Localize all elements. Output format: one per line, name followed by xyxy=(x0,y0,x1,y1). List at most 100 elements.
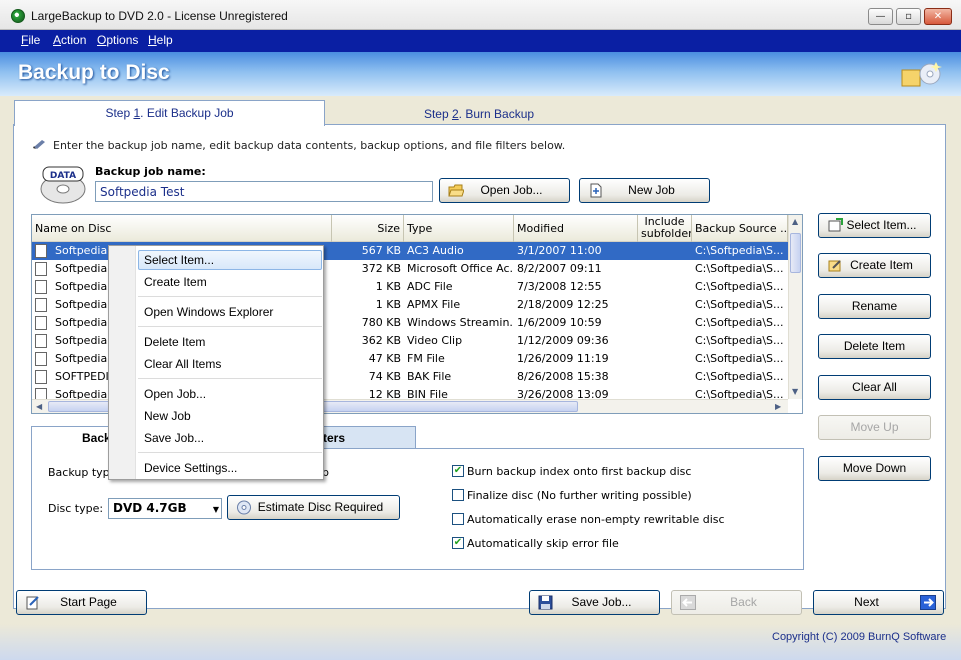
cell-source: C:\Softpedia\S... xyxy=(695,334,784,347)
cell-type: BAK File xyxy=(407,370,452,383)
cell-source: C:\Softpedia\S... xyxy=(695,298,784,311)
minimize-button[interactable]: — xyxy=(868,8,893,25)
menu-help[interactable]: Help xyxy=(148,33,173,47)
data-disc-icon: DATA xyxy=(40,166,86,204)
clear-all-button[interactable]: Clear All xyxy=(818,375,931,400)
column-name-on-disc[interactable]: Name on Disc xyxy=(32,215,332,242)
folder-open-icon xyxy=(448,184,464,197)
context-clear-all-items[interactable]: Clear All Items xyxy=(144,357,221,371)
scroll-down-icon[interactable]: ▼ xyxy=(792,387,798,396)
cell-name: Softpedia.a xyxy=(55,334,112,347)
start-page-button[interactable]: Start Page xyxy=(16,590,147,615)
cell-size: 1 KB xyxy=(375,298,401,311)
maximize-button[interactable]: ▫ xyxy=(896,8,921,25)
delete-item-button[interactable]: Delete Item xyxy=(818,334,931,359)
start-page-label: Start Page xyxy=(60,595,117,609)
finalize-disc-label: Finalize disc (No further writing possib… xyxy=(467,489,692,502)
cell-name: Softpedia.a xyxy=(55,298,112,311)
scroll-left-icon[interactable]: ◀ xyxy=(36,402,42,411)
select-item-button[interactable]: Select Item... xyxy=(818,213,931,238)
scroll-right-icon[interactable]: ▶ xyxy=(775,402,781,411)
burn-index-checkbox[interactable]: ✔ xyxy=(452,465,464,477)
menu-file[interactable]: File xyxy=(21,33,40,47)
close-button[interactable]: ✕ xyxy=(924,8,952,25)
rename-button[interactable]: Rename xyxy=(818,294,931,319)
title-bar: LargeBackup to DVD 2.0 - License Unregis… xyxy=(0,0,961,30)
column-size[interactable]: Size xyxy=(332,215,404,242)
tab-step1-prefix: Step xyxy=(105,106,134,120)
back-button[interactable]: Back xyxy=(671,590,802,615)
context-separator xyxy=(138,452,322,453)
cell-modified: 1/12/2009 09:36 xyxy=(517,334,609,347)
open-job-button[interactable]: Open Job... xyxy=(439,178,570,203)
cell-type: ADC File xyxy=(407,280,453,293)
disc-type-select[interactable]: DVD 4.7GB ▼ xyxy=(108,498,222,519)
create-item-icon xyxy=(828,260,841,272)
file-icon xyxy=(35,370,47,384)
app-icon xyxy=(11,9,25,23)
erase-rewritable-checkbox[interactable] xyxy=(452,513,464,525)
backup-type-label: Backup type xyxy=(48,466,117,479)
tab-step2-number: 2 xyxy=(451,107,459,121)
column-modified[interactable]: Modified xyxy=(514,215,638,242)
cell-name: Softpedia.a xyxy=(55,316,112,329)
media-file-icon xyxy=(35,316,47,330)
select-item-icon xyxy=(828,218,843,232)
menu-options[interactable]: Options xyxy=(97,33,138,47)
window-title: LargeBackup to DVD 2.0 - License Unregis… xyxy=(31,9,288,23)
context-delete-item[interactable]: Delete Item xyxy=(144,335,205,349)
next-button[interactable]: Next xyxy=(813,590,944,615)
page-title: Backup to Disc xyxy=(18,61,170,84)
cell-name: SOFTPEDIA xyxy=(55,370,112,383)
move-down-button[interactable]: Move Down xyxy=(818,456,931,481)
cell-size: 567 KB xyxy=(361,244,401,257)
create-item-button[interactable]: Create Item xyxy=(818,253,931,278)
save-job-button[interactable]: Save Job... xyxy=(529,590,660,615)
vertical-scroll-thumb[interactable] xyxy=(790,233,801,273)
cell-type: AC3 Audio xyxy=(407,244,464,257)
cell-type: Video Clip xyxy=(407,334,463,347)
context-new-job[interactable]: New Job xyxy=(144,409,191,423)
job-name-input[interactable] xyxy=(95,181,433,202)
tab-step1-edit-backup-job[interactable]: Step 1. Edit Backup Job xyxy=(14,100,325,126)
cell-size: 1 KB xyxy=(375,280,401,293)
cell-modified: 8/2/2007 09:11 xyxy=(517,262,602,275)
access-file-icon xyxy=(35,262,47,276)
column-backup-source[interactable]: Backup Source ... xyxy=(692,215,788,242)
cell-source: C:\Softpedia\S... xyxy=(695,316,784,329)
context-save-job[interactable]: Save Job... xyxy=(144,431,204,445)
skip-error-checkbox[interactable]: ✔ xyxy=(452,537,464,549)
estimate-disc-label: Estimate Disc Required xyxy=(257,500,384,514)
cell-modified: 8/26/2008 15:38 xyxy=(517,370,609,383)
file-icon xyxy=(35,280,47,294)
new-job-label: New Job xyxy=(628,183,675,197)
menu-action[interactable]: Action xyxy=(53,33,86,47)
audio-file-icon xyxy=(35,244,47,258)
cell-name: Softpedia.b xyxy=(55,352,112,365)
context-open-job[interactable]: Open Job... xyxy=(144,387,206,401)
arrow-left-icon xyxy=(680,595,696,610)
context-device-settings[interactable]: Device Settings... xyxy=(144,461,237,475)
new-job-button[interactable]: New Job xyxy=(579,178,710,203)
scroll-up-icon[interactable]: ▲ xyxy=(792,217,798,226)
move-up-button[interactable]: Move Up xyxy=(818,415,931,440)
column-type[interactable]: Type xyxy=(404,215,514,242)
column-include-subfolder[interactable]: Include subfolder xyxy=(638,215,692,242)
skip-error-label: Automatically skip error file xyxy=(467,537,619,550)
data-icon-text: DATA xyxy=(50,171,76,181)
context-open-windows-explorer[interactable]: Open Windows Explorer xyxy=(144,305,273,319)
floppy-disk-icon xyxy=(538,595,553,610)
cell-modified: 7/3/2008 12:55 xyxy=(517,280,602,293)
tab-file-filters[interactable]: ters xyxy=(318,426,416,448)
tab-step2-prefix: Step xyxy=(423,107,452,121)
finalize-disc-checkbox[interactable] xyxy=(452,489,464,501)
cell-size: 47 KB xyxy=(368,352,401,365)
estimate-disc-button[interactable]: Estimate Disc Required xyxy=(227,495,400,520)
file-list-header: Name on Disc Size Type Modified Include … xyxy=(32,215,788,242)
video-file-icon xyxy=(35,334,47,348)
cell-source: C:\Softpedia\S... xyxy=(695,280,784,293)
cell-modified: 3/1/2007 11:00 xyxy=(517,244,602,257)
context-select-item[interactable]: Select Item... xyxy=(144,253,214,267)
tab-step1-text: . Edit Backup Job xyxy=(140,106,234,120)
context-create-item[interactable]: Create Item xyxy=(144,275,207,289)
